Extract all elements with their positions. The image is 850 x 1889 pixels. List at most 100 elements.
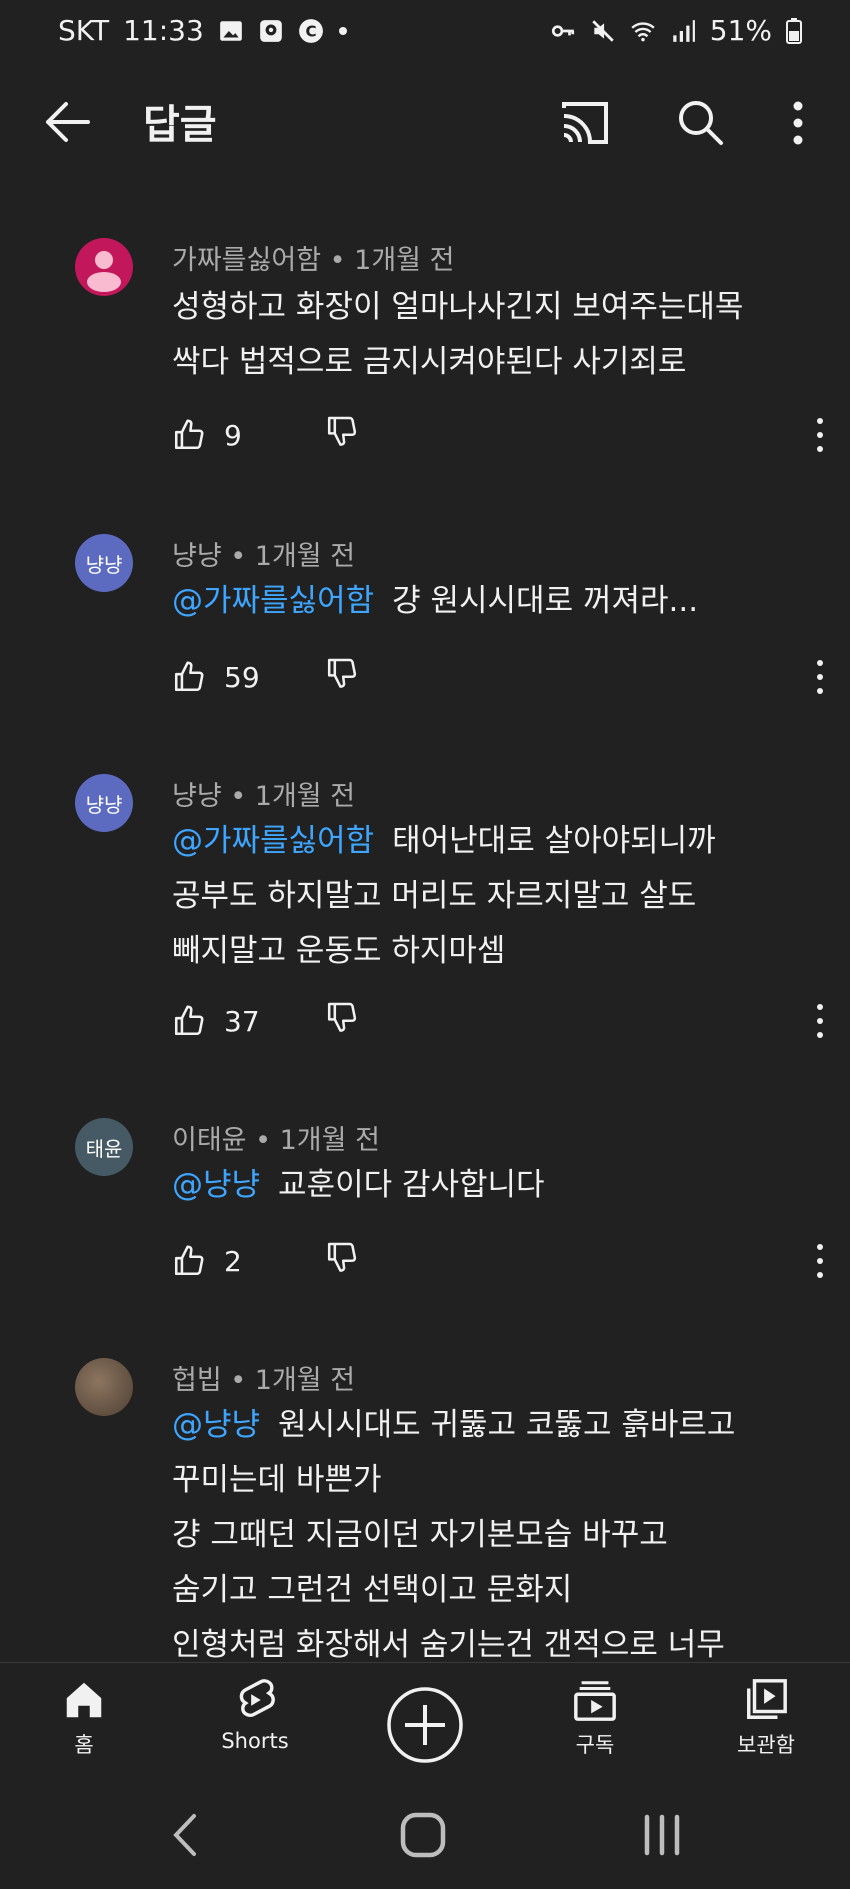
dislike-button[interactable] bbox=[320, 1236, 364, 1286]
like-count: 2 bbox=[224, 1244, 242, 1278]
nav-subscriptions[interactable]: 구독 bbox=[530, 1677, 660, 1759]
nav-library-label: 보관함 bbox=[737, 1733, 795, 1757]
comment-line: 싹다 법적으로 금지시켜야된다 사기죄로 bbox=[172, 344, 687, 380]
bottom-nav: 홈 Shorts 구독 보관함 bbox=[0, 1662, 850, 1783]
thumb-down-icon bbox=[327, 416, 357, 446]
system-nav-bar bbox=[0, 1782, 850, 1889]
comment-meta: 헙빕 • 1개월 전 bbox=[172, 1365, 356, 1396]
comment-line-text: 원시시대도 귀뚫고 코뚫고 흙바르고 bbox=[278, 1407, 736, 1443]
comment-line-text: 걍 원시시대로 꺼져라... bbox=[392, 583, 699, 619]
add-circle-icon bbox=[387, 1687, 463, 1763]
comment-more-button[interactable] bbox=[808, 652, 832, 702]
nav-home[interactable]: 홈 bbox=[19, 1677, 149, 1759]
system-back-icon[interactable] bbox=[168, 1810, 204, 1860]
nav-shorts[interactable]: Shorts bbox=[190, 1677, 320, 1753]
like-count: 37 bbox=[224, 1004, 260, 1038]
more-vert-icon bbox=[817, 1004, 823, 1038]
comment-author[interactable]: 헙빕 bbox=[172, 1365, 222, 1396]
thumb-up-icon bbox=[174, 419, 204, 450]
comment-line: @가짜를싫어함 걍 원시시대로 꺼져라... bbox=[172, 574, 822, 629]
thumb-up-icon bbox=[174, 661, 204, 692]
comment-more-button[interactable] bbox=[808, 996, 832, 1046]
system-recents-icon[interactable] bbox=[640, 1810, 684, 1860]
search-button[interactable] bbox=[672, 94, 728, 150]
comment-more-button[interactable] bbox=[808, 410, 832, 460]
like-button[interactable]: 9 bbox=[172, 410, 242, 460]
comment-text: 성형하고 화장이 얼마나사긴지 보여주는대목 싹다 법적으로 금지시켜야된다 사… bbox=[172, 280, 822, 390]
mention-link[interactable]: @냥냥 bbox=[172, 1167, 260, 1203]
system-home-icon[interactable] bbox=[398, 1810, 448, 1860]
nav-home-label: 홈 bbox=[74, 1733, 94, 1757]
more-vert-icon bbox=[817, 660, 823, 694]
thumb-down-icon bbox=[327, 658, 357, 688]
more-vert-icon bbox=[817, 1244, 823, 1278]
notification-dot-icon bbox=[338, 26, 347, 35]
thumb-up-icon bbox=[174, 1005, 204, 1036]
shorts-icon bbox=[239, 1679, 275, 1717]
avatar[interactable] bbox=[75, 238, 133, 296]
like-count: 9 bbox=[224, 418, 242, 452]
comment-author[interactable]: 가짜를싫어함 bbox=[172, 245, 321, 276]
status-right: 51% bbox=[550, 14, 802, 47]
nav-library[interactable]: 보관함 bbox=[701, 1677, 831, 1759]
comment-actions: 37 bbox=[172, 996, 832, 1046]
like-button[interactable]: 37 bbox=[172, 996, 260, 1046]
comment-line-text: 태어난대로 살아야되니까 bbox=[392, 823, 716, 859]
comment-line: 성형하고 화장이 얼마나사긴지 보여주는대목 bbox=[172, 289, 744, 325]
comment-text: @가짜를싫어함 태어난대로 살아야되니까 공부도 하지말고 머리도 자르지말고 살… bbox=[172, 814, 822, 979]
more-vert-icon bbox=[817, 418, 823, 452]
search-icon bbox=[679, 101, 723, 145]
library-icon bbox=[747, 1679, 787, 1719]
thumb-down-icon bbox=[327, 1242, 357, 1272]
comment-meta: 냥냥 • 1개월 전 bbox=[172, 781, 356, 812]
comment-time: 1개월 전 bbox=[279, 1125, 380, 1156]
carrier-label: SKT bbox=[58, 14, 110, 47]
mention-link[interactable]: @냥냥 bbox=[172, 1407, 260, 1443]
comment-author[interactable]: 냥냥 bbox=[172, 541, 222, 572]
comment-line: 꾸미는데 바쁜가 bbox=[172, 1462, 382, 1498]
nav-create[interactable] bbox=[360, 1685, 490, 1769]
avatar-text: 태윤 bbox=[85, 1136, 123, 1161]
avatar[interactable]: 태윤 bbox=[75, 1118, 133, 1176]
mention-link[interactable]: @가짜를싫어함 bbox=[172, 583, 374, 619]
avatar[interactable]: 냥냥 bbox=[75, 534, 133, 592]
arrow-left-icon bbox=[46, 102, 90, 142]
avatar[interactable] bbox=[75, 1358, 133, 1416]
like-button[interactable]: 59 bbox=[172, 652, 260, 702]
clock: 11:33 bbox=[123, 14, 204, 47]
key-icon bbox=[551, 24, 574, 37]
dislike-button[interactable] bbox=[320, 410, 364, 460]
battery-percent: 51% bbox=[709, 14, 772, 47]
cast-button[interactable] bbox=[558, 98, 612, 148]
more-options-button[interactable] bbox=[778, 96, 818, 150]
avatar-text: 냥냥 bbox=[85, 552, 123, 577]
comment-time: 1개월 전 bbox=[254, 781, 356, 812]
comment-author[interactable]: 이태윤 bbox=[172, 1125, 247, 1156]
back-button[interactable] bbox=[40, 94, 96, 150]
comment-time: 1개월 전 bbox=[354, 245, 455, 276]
status-left: SKT 11:33 C bbox=[58, 14, 348, 47]
comment-more-button[interactable] bbox=[808, 1236, 832, 1286]
avatar[interactable]: 냥냥 bbox=[75, 774, 133, 832]
cast-icon bbox=[562, 102, 608, 144]
dislike-button[interactable] bbox=[320, 652, 364, 702]
signal-icon bbox=[673, 19, 695, 42]
nav-subscriptions-label: 구독 bbox=[575, 1733, 615, 1757]
comment-author[interactable]: 냥냥 bbox=[172, 781, 222, 812]
wifi-icon bbox=[631, 21, 655, 41]
mention-link[interactable]: @가짜를싫어함 bbox=[172, 823, 374, 859]
gallery-icon bbox=[219, 20, 242, 41]
comment-actions: 9 bbox=[172, 410, 832, 460]
status-bar: SKT 11:33 C 51% bbox=[0, 0, 850, 68]
comment-text: @냥냥 교훈이다 감사합니다 bbox=[172, 1158, 822, 1213]
comment-line: @냥냥 원시시대도 귀뚫고 코뚫고 흙바르고 bbox=[172, 1398, 822, 1453]
like-count: 59 bbox=[224, 660, 260, 694]
battery-icon bbox=[786, 17, 802, 44]
comment-time: 1개월 전 bbox=[254, 1365, 356, 1396]
mute-icon bbox=[592, 19, 614, 42]
like-button[interactable]: 2 bbox=[172, 1236, 242, 1286]
dislike-button[interactable] bbox=[320, 996, 364, 1046]
comment-meta: 냥냥 • 1개월 전 bbox=[172, 541, 356, 572]
maps-icon bbox=[259, 19, 282, 42]
comment-meta: 이태윤 • 1개월 전 bbox=[172, 1125, 380, 1156]
